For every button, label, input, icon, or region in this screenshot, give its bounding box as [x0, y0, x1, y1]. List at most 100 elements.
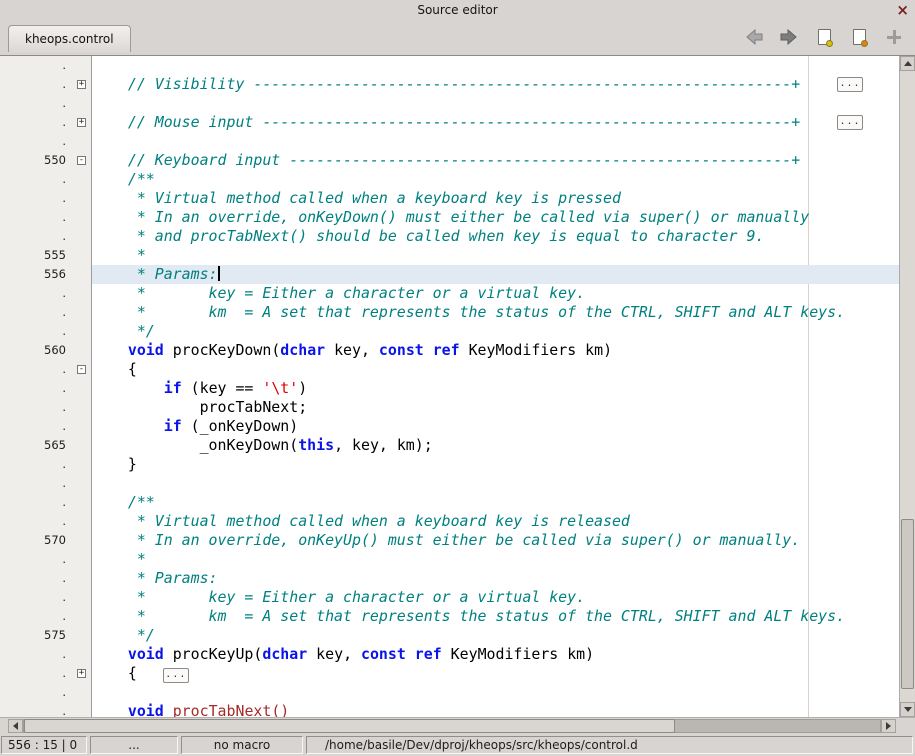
code-text[interactable]: _onKeyDown(this, key, km); — [92, 436, 899, 455]
code-text[interactable] — [92, 94, 899, 113]
code-text[interactable]: void procKeyUp(dchar key, const ref KeyM… — [92, 645, 899, 664]
document-orange-button[interactable] — [848, 27, 870, 47]
toolbar — [743, 25, 905, 47]
code-text[interactable]: void procKeyDown(dchar key, const ref Ke… — [92, 341, 899, 360]
dock-handle[interactable] — [883, 27, 905, 47]
document-yellow-button[interactable] — [813, 27, 835, 47]
v-scroll-track[interactable] — [900, 71, 915, 702]
code-text[interactable]: */ — [92, 322, 899, 341]
fold-column: + — [72, 664, 92, 683]
code-line: . */ — [0, 322, 899, 341]
document-icon — [818, 29, 831, 45]
fold-column — [72, 265, 92, 284]
fold-column — [72, 550, 92, 569]
code-text[interactable]: * Params: — [92, 569, 899, 588]
code-text[interactable]: * key = Either a character or a virtual … — [92, 588, 899, 607]
fold-marker-icon[interactable]: + — [77, 80, 86, 89]
titlebar[interactable]: Source editor × — [0, 0, 915, 20]
code-text[interactable]: // Keyboard input ----------------------… — [92, 151, 899, 170]
code-text[interactable]: /** — [92, 493, 899, 512]
v-scroll-thumb[interactable] — [901, 519, 914, 689]
code-line: . void procTabNext() — [0, 702, 899, 717]
v-scrollbar[interactable] — [899, 56, 915, 717]
window-title: Source editor — [417, 3, 497, 17]
code-text[interactable]: // Mouse input -------------------------… — [92, 113, 899, 132]
code-line: 556 * Params: — [0, 265, 899, 284]
left-arrow-icon — [13, 722, 18, 730]
code-line: 575 */ — [0, 626, 899, 645]
code-text[interactable]: procTabNext; — [92, 398, 899, 417]
scroll-right-button[interactable] — [881, 719, 896, 733]
code-text[interactable]: * In an override, onKeyDown() must eithe… — [92, 208, 899, 227]
code-line: . — [0, 56, 899, 75]
fold-ellipsis-box[interactable]: ... — [837, 115, 863, 130]
code-text[interactable]: * km = A set that represents the status … — [92, 303, 899, 322]
code-line: 565 _onKeyDown(this, key, km); — [0, 436, 899, 455]
fold-ellipsis-box[interactable]: ... — [837, 77, 863, 92]
nav-back-button[interactable] — [743, 27, 765, 47]
code-text[interactable]: * key = Either a character or a virtual … — [92, 284, 899, 303]
line-number: . — [0, 379, 72, 398]
h-scroll-thumb[interactable] — [24, 719, 675, 733]
fold-marker-icon[interactable]: + — [77, 118, 86, 127]
file-path: /home/basile/Dev/dproj/kheops/src/kheops… — [306, 736, 913, 754]
fold-column: - — [72, 151, 92, 170]
code-segment: void — [128, 341, 164, 359]
line-number: . — [0, 303, 72, 322]
code-segment: key, — [307, 645, 361, 663]
code-text[interactable]: * Virtual method called when a keyboard … — [92, 189, 899, 208]
scroll-left-button[interactable] — [8, 719, 23, 733]
line-number: 560 — [0, 341, 72, 360]
code-text[interactable]: * In an override, onKeyUp() must either … — [92, 531, 899, 550]
fold-marker-icon[interactable]: - — [77, 365, 86, 374]
code-line: . void procKeyUp(dchar key, const ref Ke… — [0, 645, 899, 664]
h-scrollbar[interactable] — [8, 719, 896, 733]
code-line: 560 void procKeyDown(dchar key, const re… — [0, 341, 899, 360]
code-segment: _onKeyDown( — [92, 436, 298, 454]
code-text[interactable]: /** — [92, 170, 899, 189]
code-text[interactable] — [92, 474, 899, 493]
code-text[interactable]: // Visibility --------------------------… — [92, 75, 899, 94]
code-line: . — [0, 683, 899, 702]
line-number: . — [0, 322, 72, 341]
code-segment: const — [379, 341, 424, 359]
nav-forward-button[interactable] — [778, 27, 800, 47]
fold-column — [72, 322, 92, 341]
h-scroll-track[interactable] — [23, 719, 881, 733]
tab-kheops-control[interactable]: kheops.control — [8, 25, 131, 52]
code-text[interactable]: if (key == '\t') — [92, 379, 899, 398]
code-text[interactable]: * Params: — [92, 265, 899, 284]
fold-marker-icon[interactable]: + — [77, 669, 86, 678]
line-number: . — [0, 56, 72, 75]
code-text[interactable]: void procTabNext() — [92, 702, 899, 717]
code-text[interactable]: * and procTabNext() should be called whe… — [92, 227, 899, 246]
status-ellipsis: ... — [90, 736, 178, 754]
code-text[interactable]: */ — [92, 626, 899, 645]
code-text[interactable]: if (_onKeyDown) — [92, 417, 899, 436]
code-text[interactable] — [92, 683, 899, 702]
line-number: . — [0, 664, 72, 683]
fold-column — [72, 569, 92, 588]
code-segment: this — [298, 436, 334, 454]
fold-ellipsis-box[interactable]: ... — [163, 668, 189, 683]
code-text[interactable]: * — [92, 246, 899, 265]
code-segment — [424, 341, 433, 359]
code-segment: (_onKeyDown) — [182, 417, 299, 435]
fold-marker-icon[interactable]: - — [77, 156, 86, 165]
scroll-up-button[interactable] — [900, 56, 915, 71]
code-text[interactable]: * — [92, 550, 899, 569]
scroll-down-button[interactable] — [900, 702, 915, 717]
code-segment: * — [92, 246, 146, 264]
code-text[interactable]: {... — [92, 664, 899, 683]
close-icon[interactable]: × — [896, 0, 909, 20]
line-number: 570 — [0, 531, 72, 550]
code-line: . * Virtual method called when a keyboar… — [0, 512, 899, 531]
code-text[interactable]: * km = A set that represents the status … — [92, 607, 899, 626]
code-text[interactable] — [92, 56, 899, 75]
code-segment: * In an override, onKeyUp() must either … — [92, 531, 800, 549]
code-text[interactable]: } — [92, 455, 899, 474]
code-text[interactable] — [92, 132, 899, 151]
code-segment: ) — [298, 379, 307, 397]
code-text[interactable]: * Virtual method called when a keyboard … — [92, 512, 899, 531]
code-text[interactable]: { — [92, 360, 899, 379]
